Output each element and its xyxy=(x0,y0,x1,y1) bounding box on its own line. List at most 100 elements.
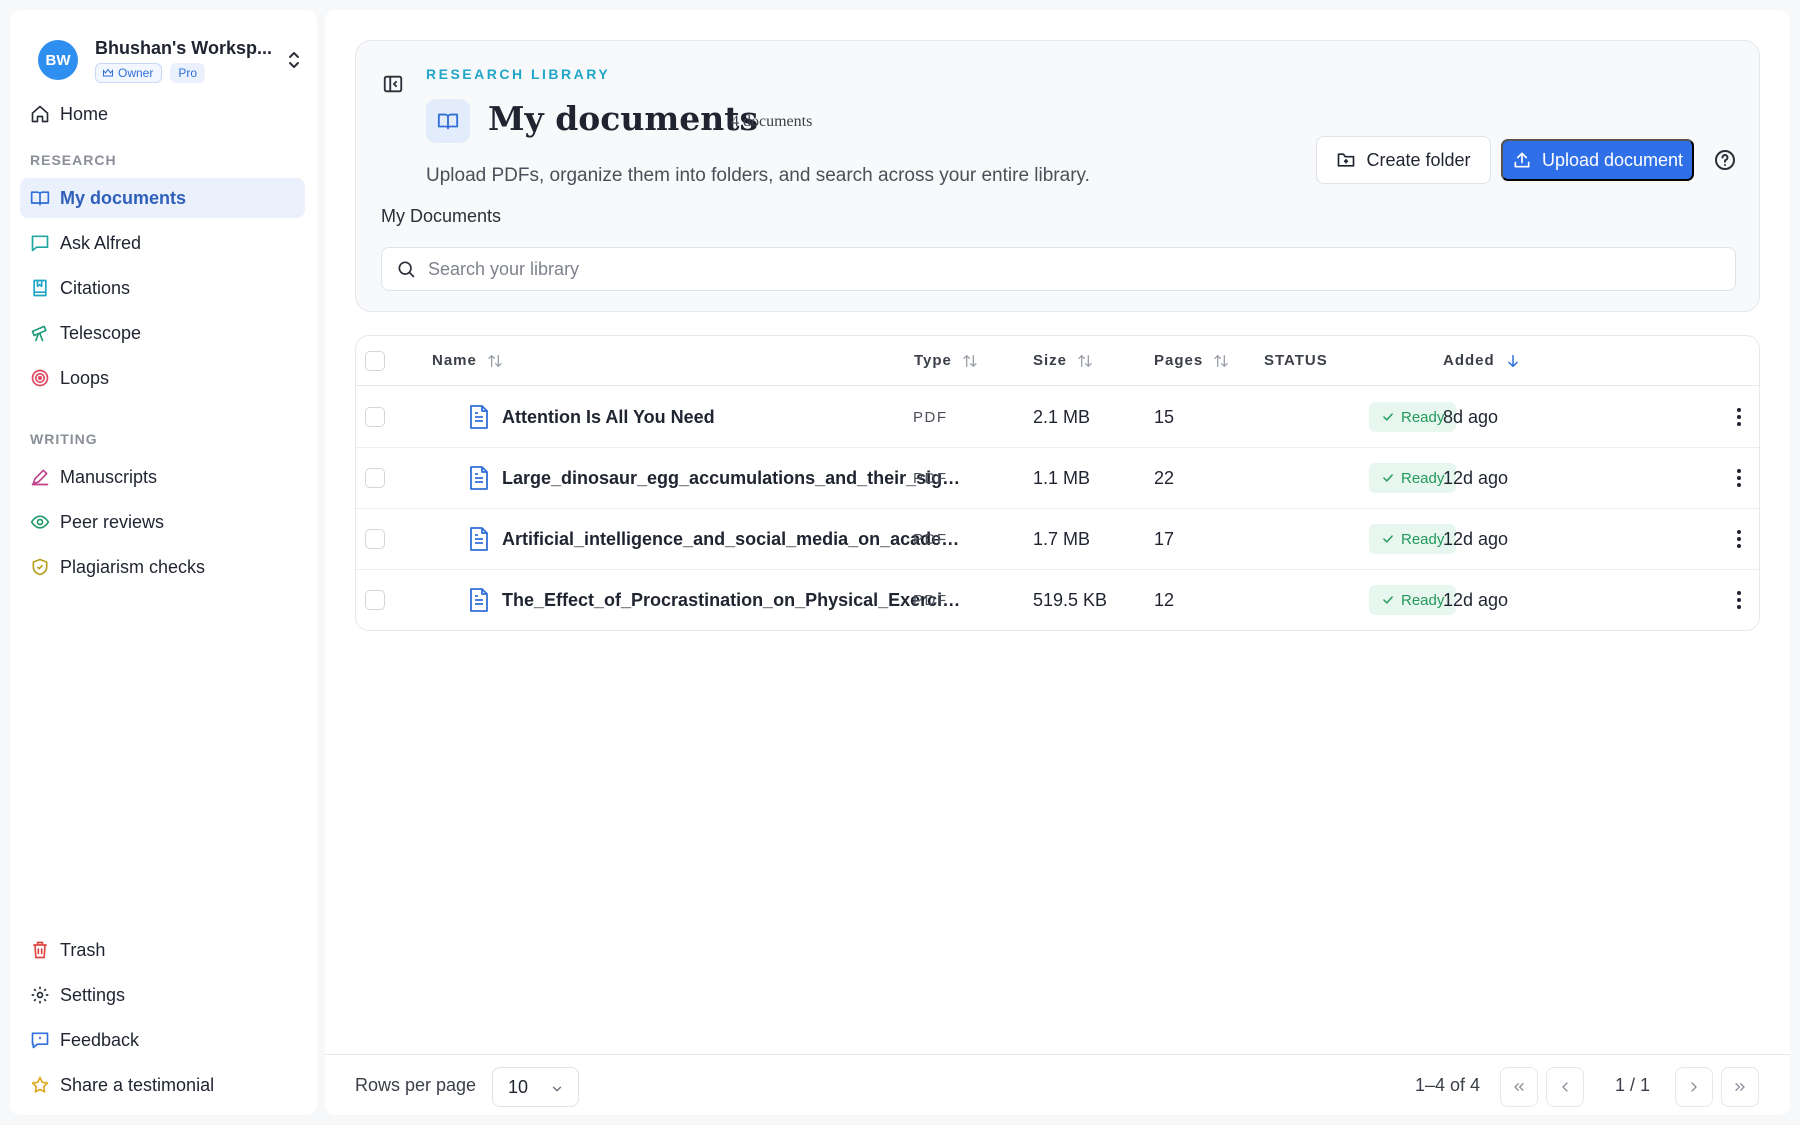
chat-bubble-icon xyxy=(31,235,49,252)
chevron-left-icon xyxy=(1562,1082,1568,1092)
column-header-name[interactable]: Name xyxy=(432,352,503,369)
sidebar-item-home[interactable]: Home xyxy=(20,94,305,134)
next-page-button[interactable] xyxy=(1675,1067,1713,1107)
document-pages: 12 xyxy=(1154,590,1175,610)
create-folder-button[interactable]: Create folder xyxy=(1316,136,1491,184)
document-type: PDF xyxy=(913,409,948,426)
library-header: RESEARCH LIBRARY My documents 4 document… xyxy=(355,40,1760,312)
book-open-icon xyxy=(437,113,459,130)
document-count: 4 documents xyxy=(731,113,813,130)
document-name[interactable]: Attention Is All You Need xyxy=(502,407,962,428)
column-header-size[interactable]: Size xyxy=(1033,352,1093,369)
sidebar: BW Bhushan's Worksp... Owner Pro Home RE… xyxy=(10,10,317,1115)
pagination-range: 1–4 of 4 xyxy=(1415,1075,1481,1095)
row-more-menu[interactable] xyxy=(1731,467,1747,489)
sidebar-item-label: Trash xyxy=(60,939,106,960)
select-all-checkbox[interactable] xyxy=(365,351,385,371)
search-input[interactable] xyxy=(428,258,1708,280)
sidebar-item-label: Peer reviews xyxy=(60,511,165,532)
book-open-icon xyxy=(30,191,50,206)
sidebar-item-label: Plagiarism checks xyxy=(60,556,206,577)
column-header-pages[interactable]: Pages xyxy=(1154,352,1229,369)
upload-document-label: Upload document xyxy=(1541,149,1684,170)
sidebar-item-share-testimonial[interactable]: Share a testimonial xyxy=(20,1065,305,1105)
check-icon xyxy=(1383,596,1393,604)
sidebar-item-manuscripts[interactable]: Manuscripts xyxy=(20,457,305,497)
sidebar-item-label: Ask Alfred xyxy=(60,232,142,253)
sidebar-item-label: My documents xyxy=(60,187,187,208)
chevron-up-down-icon[interactable] xyxy=(286,50,302,70)
table-row[interactable]: Artificial_intelligence_and_social_media… xyxy=(356,509,1759,570)
sidebar-item-label: Share a testimonial xyxy=(60,1074,215,1095)
row-more-menu[interactable] xyxy=(1731,589,1747,611)
column-header-label: Name xyxy=(432,352,477,369)
document-name[interactable]: The_Effect_of_Procrastination_on_Physica… xyxy=(502,590,962,611)
column-header-type[interactable]: Type xyxy=(914,352,978,369)
file-text-icon xyxy=(470,405,488,429)
sort-icon xyxy=(1078,354,1092,367)
workspace-switcher[interactable]: BW Bhushan's Worksp... Owner Pro xyxy=(28,30,308,90)
rows-per-page-label: Rows per page xyxy=(355,1075,477,1095)
main-panel: RESEARCH LIBRARY My documents 4 document… xyxy=(325,10,1790,1115)
sidebar-collapse-icon[interactable] xyxy=(382,73,404,95)
search-icon xyxy=(398,261,415,278)
document-size: 519.5 KB xyxy=(1033,590,1108,610)
status-label: Ready xyxy=(1401,530,1445,548)
first-page-button[interactable] xyxy=(1500,1067,1538,1107)
last-page-button[interactable] xyxy=(1721,1067,1759,1107)
column-header-added[interactable]: Added xyxy=(1443,352,1521,369)
chevron-down-icon xyxy=(552,1086,562,1092)
table-row[interactable]: Large_dinosaur_egg_accumulations_and_the… xyxy=(356,448,1759,509)
trash-icon xyxy=(33,941,47,959)
document-pages: 17 xyxy=(1154,529,1175,549)
row-checkbox[interactable] xyxy=(365,529,385,549)
create-folder-label: Create folder xyxy=(1366,149,1471,170)
table-row[interactable]: Attention Is All You Need PDF 2.1 MB 15 … xyxy=(356,387,1759,448)
search-box[interactable] xyxy=(381,247,1736,291)
file-text-icon xyxy=(470,588,488,612)
workspace-name: Bhushan's Worksp... xyxy=(95,38,272,58)
document-size: 1.7 MB xyxy=(1033,529,1091,549)
column-header-label: Added xyxy=(1443,352,1495,369)
more-vertical-icon xyxy=(1737,591,1741,609)
document-name[interactable]: Large_dinosaur_egg_accumulations_and_the… xyxy=(502,468,962,489)
section-heading-research: RESEARCH xyxy=(30,152,117,168)
sidebar-item-trash[interactable]: Trash xyxy=(20,930,305,970)
row-more-menu[interactable] xyxy=(1731,528,1747,550)
avatar: BW xyxy=(38,40,78,80)
eye-icon xyxy=(30,515,50,529)
column-header-label: STATUS xyxy=(1264,352,1328,369)
help-icon[interactable] xyxy=(1713,148,1737,172)
row-checkbox[interactable] xyxy=(365,590,385,610)
sort-icon xyxy=(488,354,502,367)
sidebar-item-loops[interactable]: Loops xyxy=(20,358,305,398)
sidebar-item-settings[interactable]: Settings xyxy=(20,975,305,1015)
row-checkbox[interactable] xyxy=(365,407,385,427)
sidebar-item-plagiarism-checks[interactable]: Plagiarism checks xyxy=(20,547,305,587)
workspace-badges: Owner Pro xyxy=(95,63,206,83)
rows-per-page-select[interactable]: 10 xyxy=(492,1067,579,1107)
section-kicker: RESEARCH LIBRARY xyxy=(426,66,611,82)
document-name[interactable]: Artificial_intelligence_and_social_media… xyxy=(502,529,962,550)
previous-page-button[interactable] xyxy=(1546,1067,1584,1107)
table-row[interactable]: The_Effect_of_Procrastination_on_Physica… xyxy=(356,570,1759,630)
target-icon xyxy=(31,369,49,387)
sidebar-item-peer-reviews[interactable]: Peer reviews xyxy=(20,502,305,542)
sidebar-item-telescope[interactable]: Telescope xyxy=(20,313,305,353)
sidebar-item-label: Feedback xyxy=(60,1029,140,1050)
rows-per-page-value: 10 xyxy=(508,1076,529,1097)
sidebar-item-feedback[interactable]: Feedback xyxy=(20,1020,305,1060)
column-header-label: Type xyxy=(914,352,952,369)
chevrons-left-icon xyxy=(1514,1083,1524,1091)
row-checkbox[interactable] xyxy=(365,468,385,488)
upload-document-button[interactable]: Upload document xyxy=(1501,139,1694,181)
breadcrumb[interactable]: My Documents xyxy=(381,206,501,227)
sidebar-item-citations[interactable]: Citations xyxy=(20,268,305,308)
document-added: 12d ago xyxy=(1443,529,1509,549)
row-more-menu[interactable] xyxy=(1731,406,1747,428)
check-icon xyxy=(1383,535,1393,543)
sidebar-item-my-documents[interactable]: My documents xyxy=(20,178,305,218)
document-type: PDF xyxy=(913,592,948,609)
home-icon xyxy=(31,105,49,123)
sidebar-item-ask-alfred[interactable]: Ask Alfred xyxy=(20,223,305,263)
